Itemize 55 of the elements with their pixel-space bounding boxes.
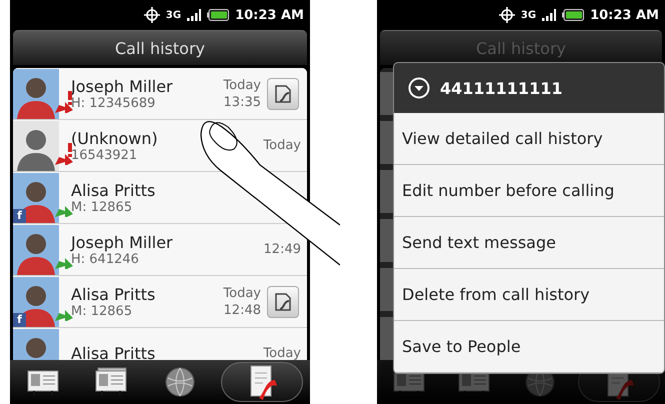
signal-icon <box>187 9 202 21</box>
battery-icon <box>207 9 230 21</box>
gps-icon <box>144 7 160 23</box>
screen-title: Call history <box>115 38 205 58</box>
call-date: Today <box>223 78 261 92</box>
tab[interactable] <box>221 362 303 402</box>
call-button[interactable] <box>267 286 299 318</box>
contact-name: Alisa Pritts <box>71 284 156 304</box>
outgoing-call-icon <box>55 206 73 216</box>
menu-item[interactable]: View detailed call history <box>394 113 664 165</box>
globe-icon <box>164 366 196 398</box>
phone-icon <box>273 84 293 104</box>
call-button[interactable] <box>267 78 299 110</box>
phone-number: M: 12865 <box>71 304 134 318</box>
status-time: 10:23 AM <box>590 8 659 22</box>
call-date: Today <box>223 286 261 300</box>
status-time: 10:23 AM <box>235 8 304 22</box>
menu-phone-number: 44111111111 <box>440 78 562 98</box>
phone-number: M: 12865 <box>71 200 134 214</box>
phone-number: H: 641246 <box>71 252 140 266</box>
call-time: 13:35 <box>224 94 261 110</box>
outgoing-call-icon <box>55 310 73 320</box>
unknown-contact-icon <box>13 120 59 170</box>
contact-name: (Unknown) <box>71 128 159 148</box>
social-badge: f <box>13 312 26 326</box>
network-type: 3G <box>520 10 536 20</box>
screen-title: Call history <box>476 38 566 58</box>
menu-item[interactable]: Edit number before calling <box>394 165 664 217</box>
call-date: Today <box>263 138 301 153</box>
gps-icon <box>498 7 515 23</box>
menu-item[interactable]: Send text message <box>394 217 664 269</box>
menu-item[interactable]: Save to People <box>394 321 664 373</box>
signal-icon <box>542 9 556 21</box>
outgoing-call-icon <box>55 258 73 268</box>
call-row[interactable]: Alisa Pritts Today <box>13 328 307 360</box>
contact-name: Alisa Pritts <box>71 180 156 200</box>
call-time: 12:49 <box>264 242 301 257</box>
call-row[interactable]: f Alisa Pritts M: 12865 Today 12:48 <box>13 276 307 328</box>
network-type: 3G <box>166 10 182 20</box>
missed-call-icon <box>55 90 73 112</box>
menu-item[interactable]: Delete from call history <box>394 269 664 321</box>
phone-number: H: 12345689 <box>71 96 156 110</box>
phone-number: 16543921 <box>71 148 138 162</box>
contact-name: Joseph Miller <box>71 76 174 96</box>
phone-icon <box>273 292 293 312</box>
contact-name: Alisa Pritts <box>71 344 156 360</box>
battery-icon <box>562 9 584 21</box>
missed-call-icon <box>55 142 73 164</box>
call-row[interactable]: Joseph Miller H: 641246 12:49 <box>13 224 307 276</box>
dropdown-icon <box>408 77 430 99</box>
call-time: 12:48 <box>224 302 261 318</box>
social-badge: f <box>13 208 26 222</box>
call-row[interactable]: Joseph Miller H: 12345689 Today 13:35 <box>13 68 307 120</box>
contact-name: Joseph Miller <box>71 232 174 252</box>
call-date: Today <box>263 346 301 360</box>
